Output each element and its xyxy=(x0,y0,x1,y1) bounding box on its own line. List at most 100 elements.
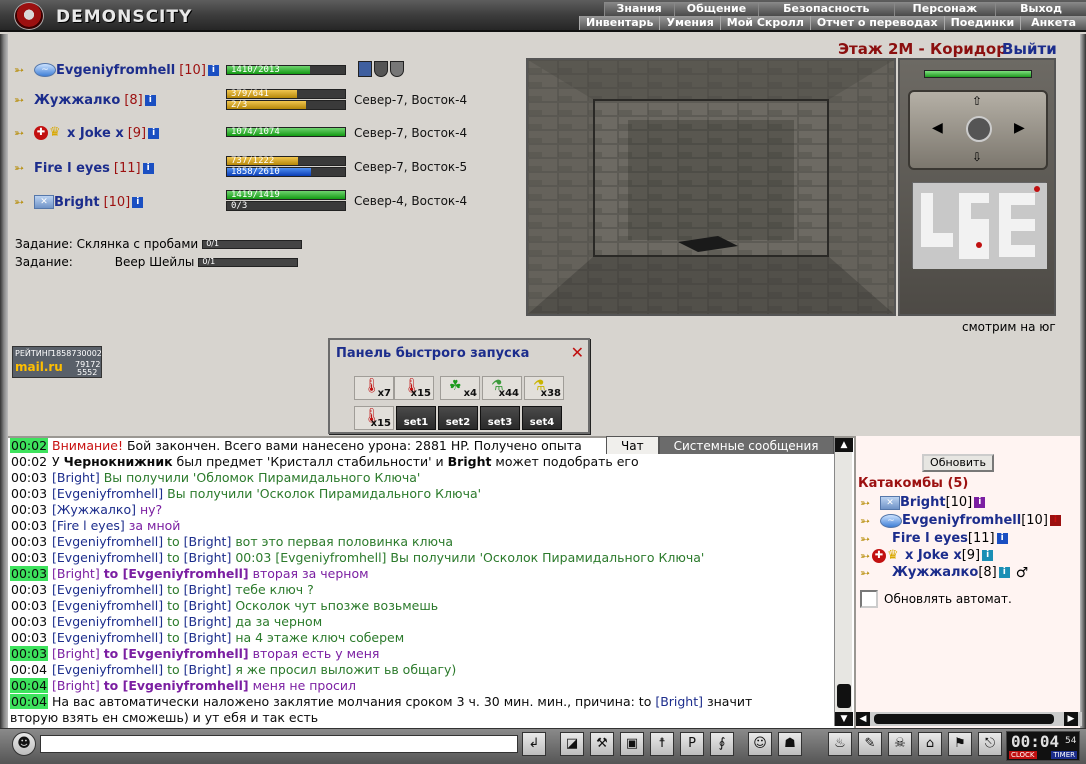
info-icon[interactable]: i xyxy=(142,162,154,174)
quick-slot-potion[interactable]: 🌡 x7 xyxy=(354,376,394,400)
quick-set-2[interactable]: set2 xyxy=(438,406,478,430)
character-icon[interactable]: ☨ xyxy=(650,732,674,756)
chat-timestamp[interactable]: 00:03 xyxy=(10,614,48,629)
refresh-button[interactable]: Обновить xyxy=(922,454,994,472)
party-member-bright[interactable]: ➳ ✕ Bright [10] i xyxy=(14,192,144,212)
smile-icon[interactable]: ☺ xyxy=(748,732,772,756)
info-icon[interactable]: i xyxy=(998,567,1010,578)
party-member-zhuzhzhalko[interactable]: ➳ Жужжалко [8] i xyxy=(14,90,156,110)
scroll-thumb[interactable] xyxy=(837,684,851,708)
chat-text[interactable]: [Evgeniyfromhell] xyxy=(52,534,163,549)
chat-area[interactable]: 00:02 Внимание! Бой закончен. Всего вами… xyxy=(8,436,854,730)
chat-message[interactable]: 00:03 [Bright] Вы получили 'Обломок Пира… xyxy=(10,470,830,486)
tab-system-messages[interactable]: Системные сообщения xyxy=(658,436,834,454)
party-member-x-joke-x[interactable]: ➳ ✚ ♛ x Joke x [9] i xyxy=(14,123,160,143)
quick-set-1[interactable]: set1 xyxy=(396,406,436,430)
navigation-pad[interactable]: ⇧ ⇩ ◀ ▶ xyxy=(908,90,1048,170)
chat-message[interactable]: 00:03 [Evgeniyfromhell] to [Bright] 00:0… xyxy=(10,550,830,566)
chat-text[interactable]: [Bright] xyxy=(184,630,232,645)
timer-label[interactable]: TIMER xyxy=(1051,751,1077,759)
menu-my-scroll[interactable]: Мой Скролл xyxy=(719,16,810,30)
chat-text[interactable]: [Evgeniyfromhell] xyxy=(52,662,163,677)
info-icon[interactable]: i xyxy=(996,533,1008,544)
chat-text[interactable]: [Evgeniyfromhell] xyxy=(52,614,163,629)
chat-message[interactable]: 00:03 [Evgeniyfromhell] to [Bright] вот … xyxy=(10,534,830,550)
chat-timestamp[interactable]: 00:03 xyxy=(10,486,48,501)
scroll-right-icon[interactable]: ▶ xyxy=(1064,712,1078,726)
auto-refresh-checkbox[interactable]: Обновлять автомат. xyxy=(860,590,1012,608)
menu-duels[interactable]: Поединки xyxy=(943,16,1021,30)
party-member-fire-l-eyes[interactable]: ➳ Fire l eyes [11] i xyxy=(14,158,154,178)
info-icon[interactable]: i xyxy=(132,196,144,208)
send-icon[interactable]: ↲ xyxy=(522,732,546,756)
chat-timestamp[interactable]: 00:03 xyxy=(10,502,48,517)
chat-text[interactable]: [Bright] xyxy=(184,614,232,629)
chat-timestamp[interactable]: 00:04 xyxy=(10,678,49,693)
chat-scrollbar[interactable]: ▲ ▼ xyxy=(834,438,853,726)
chat-timestamp[interactable]: 00:04 xyxy=(10,694,49,709)
chat-text[interactable]: [Bright] xyxy=(184,582,232,597)
chat-message[interactable]: 00:04 [Evgeniyfromhell] to [Bright] я же… xyxy=(10,662,830,678)
quick-set-3[interactable]: set3 xyxy=(480,406,520,430)
info-icon[interactable]: i xyxy=(207,64,219,76)
close-icon[interactable]: ✕ xyxy=(571,343,584,362)
clock-label[interactable]: CLOCK xyxy=(1009,751,1037,759)
rating-counter[interactable]: РЕЙТИНГ 1858730002 mail.ru 79172 5552 xyxy=(12,346,102,378)
filter-icon[interactable]: ⚒ xyxy=(590,732,614,756)
chat-message[interactable]: 00:03 [Жужжалко] ну? xyxy=(10,502,830,518)
side-member[interactable]: ➳ Fire l eyes [11] i xyxy=(860,530,1008,547)
quick-set-4[interactable]: set4 xyxy=(522,406,562,430)
chat-text[interactable]: [Bright] xyxy=(184,598,232,613)
chat-text[interactable]: [Bright] xyxy=(184,534,232,549)
chat-text[interactable]: [Bright] xyxy=(655,694,703,709)
chat-text[interactable]: [Evgeniyfromhell] xyxy=(52,630,163,645)
chest-icon[interactable]: ⌂ xyxy=(918,732,942,756)
add-friend-icon[interactable]: ♂ xyxy=(1016,565,1029,581)
party-member-evgeniyfromhell[interactable]: ➳ ~ Evgeniyfromhell [10] i xyxy=(14,60,219,80)
info-icon[interactable]: i xyxy=(148,127,160,139)
chat-text[interactable]: [Evgeniyfromhell] xyxy=(52,486,163,501)
chat-text[interactable]: Чернокнижник xyxy=(64,454,173,469)
chat-text[interactable]: [Evgeniyfromhell] xyxy=(52,550,163,565)
save-icon[interactable]: ▣ xyxy=(620,732,644,756)
menu-inventory[interactable]: Инвентарь xyxy=(579,16,660,30)
quick-slot-scroll[interactable]: ☘ x4 xyxy=(440,376,480,400)
chat-message[interactable]: вторую взять ен сможешь) и ут ебя и так … xyxy=(10,710,830,726)
chat-message[interactable]: 00:04 [Bright] to [Evgeniyfromhell] меня… xyxy=(10,678,830,694)
chat-text[interactable]: [Fire l eyes] xyxy=(52,518,125,533)
menu-character[interactable]: Персонаж xyxy=(893,2,996,16)
menu-profile[interactable]: Анкета xyxy=(1020,16,1086,30)
chat-message[interactable]: 00:03 [Evgeniyfromhell] to [Bright] тебе… xyxy=(10,582,830,598)
scroll-down-icon[interactable]: ▼ xyxy=(835,712,853,726)
mask-icon[interactable]: ☠ xyxy=(888,732,912,756)
eraser-icon[interactable]: ◪ xyxy=(560,732,584,756)
private-icon[interactable]: P xyxy=(680,732,704,756)
chat-message[interactable]: 00:03 [Evgeniyfromhell] Вы получили 'Оск… xyxy=(10,486,830,502)
shield-icon[interactable] xyxy=(374,61,388,77)
chat-message[interactable]: 00:02 У Чернокнижник был предмет 'Криста… xyxy=(10,454,830,470)
side-member[interactable]: ➳ ✚ ♛ x Joke x [9] i xyxy=(860,547,994,564)
menu-skills[interactable]: Умения xyxy=(659,16,720,30)
exit-door-icon[interactable]: ⎋ xyxy=(978,732,1002,756)
chat-message[interactable]: 00:03 [Bright] to [Evgeniyfromhell] втор… xyxy=(10,646,830,662)
chat-input[interactable] xyxy=(40,735,518,753)
chat-timestamp[interactable]: 00:03 xyxy=(10,534,48,549)
chat-timestamp[interactable]: 00:04 xyxy=(10,662,48,677)
speaker-icon[interactable]: ☻ xyxy=(12,732,36,756)
translate-icon[interactable]: ∮ xyxy=(710,732,734,756)
chat-text[interactable]: [Жужжалко] xyxy=(52,502,136,517)
chat-timestamp[interactable]: 00:03 xyxy=(10,582,48,597)
chat-message[interactable]: 00:03 [Bright] to [Evgeniyfromhell] втор… xyxy=(10,566,830,582)
scroll-up-icon[interactable]: ▲ xyxy=(835,438,853,452)
chat-message[interactable]: 00:03 [Fire l eyes] за мной xyxy=(10,518,830,534)
info-icon[interactable]: i xyxy=(1049,515,1061,526)
chat-message[interactable]: 00:03 [Evgeniyfromhell] to [Bright] да з… xyxy=(10,614,830,630)
scroll-thumb[interactable] xyxy=(874,714,1054,724)
chat-log[interactable]: 00:02 Внимание! Бой закончен. Всего вами… xyxy=(10,438,830,730)
info-icon[interactable]: i xyxy=(144,94,156,106)
compass-center-icon[interactable] xyxy=(966,116,992,142)
turn-right-icon[interactable]: ▶ xyxy=(1014,120,1025,136)
exit-link[interactable]: Выйти xyxy=(1002,40,1057,58)
turn-left-icon[interactable]: ◀ xyxy=(932,120,943,136)
scroll-left-icon[interactable]: ◀ xyxy=(856,712,870,726)
